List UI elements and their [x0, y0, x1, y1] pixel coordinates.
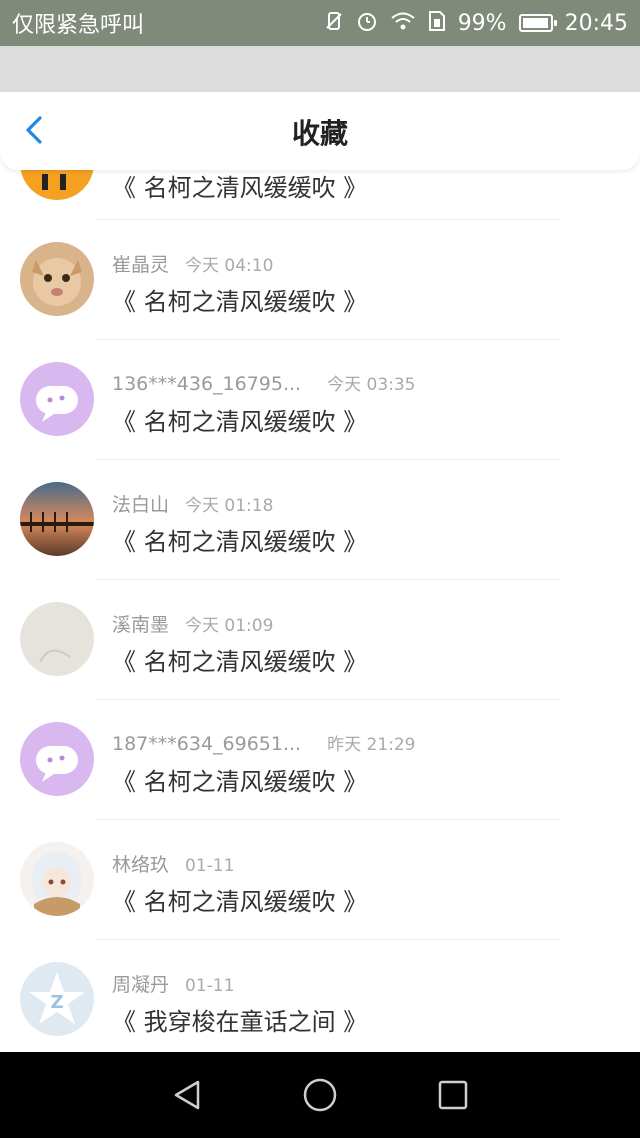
timestamp: 今天 01:09	[185, 616, 274, 636]
user-name: 崔晶灵	[112, 254, 170, 276]
avatar	[20, 362, 94, 436]
square-recents-icon	[439, 1080, 468, 1110]
item-meta: 136***436_16795... 今天 03:35	[112, 370, 416, 395]
timestamp: 01-11	[185, 976, 235, 996]
sim-icon	[428, 10, 446, 37]
wifi-icon	[390, 11, 416, 36]
avatar	[20, 722, 94, 796]
item-meta: 溪南墨 今天 01:09	[112, 610, 273, 637]
clock: 20:45	[564, 10, 628, 36]
list-item[interactable]: 187***634_69651... 昨天 21:29 《 名柯之清风缓缓吹 》	[0, 700, 640, 820]
book-title: 《 我穿梭在童话之间 》	[112, 1008, 368, 1036]
avatar: Z	[20, 962, 94, 1036]
alarm-icon	[356, 10, 378, 37]
vibrate-icon	[324, 11, 344, 36]
user-name: 林络玖	[112, 854, 170, 876]
user-name: 187***634_69651...	[112, 733, 302, 755]
book-title: 《 名柯之清风缓缓吹 》	[112, 768, 368, 796]
user-name: 周凝丹	[112, 974, 170, 996]
item-meta: 法白山 今天 01:18	[112, 490, 273, 517]
book-title: 《 名柯之清风缓缓吹 》	[112, 408, 368, 436]
status-icons: 99% 20:45	[324, 10, 628, 37]
item-meta: 林络玖 01-11	[112, 850, 234, 877]
status-bar: 仅限紧急呼叫 99% 20:45	[0, 0, 640, 46]
header-bar: 收藏	[0, 92, 640, 170]
user-name: 法白山	[112, 494, 170, 516]
header-shadow-strip	[0, 46, 640, 92]
list-item[interactable]: 林络玖 01-11 《 名柯之清风缓缓吹 》	[0, 820, 640, 940]
home-nav-button[interactable]	[300, 1075, 340, 1115]
triangle-back-icon	[174, 1080, 199, 1110]
book-title: 《 名柯之清风缓缓吹 》	[112, 174, 368, 202]
user-name: 溪南墨	[112, 614, 170, 636]
book-title: 《 名柯之清风缓缓吹 》	[112, 528, 368, 556]
item-meta: 187***634_69651... 昨天 21:29	[112, 730, 416, 755]
svg-text:Z: Z	[50, 992, 63, 1013]
list-item[interactable]: 法白山 今天 01:18 《 名柯之清风缓缓吹 》	[0, 460, 640, 580]
circle-home-icon	[303, 1078, 337, 1112]
book-title: 《 名柯之清风缓缓吹 》	[112, 888, 368, 916]
list-item[interactable]: 溪南墨 今天 01:09 《 名柯之清风缓缓吹 》	[0, 580, 640, 700]
avatar	[20, 482, 94, 556]
avatar	[20, 242, 94, 316]
recents-nav-button[interactable]	[433, 1075, 473, 1115]
list-item[interactable]: 崔晶灵 今天 04:10 《 名柯之清风缓缓吹 》	[0, 220, 640, 340]
timestamp: 昨天 21:29	[327, 735, 416, 755]
timestamp: 今天 03:35	[327, 375, 416, 395]
system-nav-bar	[0, 1052, 640, 1138]
timestamp: 今天 01:18	[185, 496, 274, 516]
battery-icon	[518, 14, 557, 32]
item-meta: 周凝丹 01-11	[112, 970, 234, 997]
timestamp: 01-11	[185, 856, 235, 876]
book-title: 《 名柯之清风缓缓吹 》	[112, 648, 368, 676]
timestamp: 今天 04:10	[185, 256, 274, 276]
back-nav-button[interactable]	[167, 1075, 207, 1115]
item-meta: 崔晶灵 今天 04:10	[112, 250, 273, 277]
list-item[interactable]: 136***436_16795... 今天 03:35 《 名柯之清风缓缓吹 》	[0, 340, 640, 460]
page-title: 收藏	[291, 117, 348, 150]
avatar	[20, 602, 94, 676]
battery-fill	[522, 18, 549, 28]
list-item[interactable]: Z 周凝丹 01-11 《 我穿梭在童话之间 》	[0, 940, 640, 1060]
favorites-list: 崔晶灵 今天 04:10 《 名柯之清风缓缓吹 》 136***436_16795..…	[0, 220, 640, 1060]
battery-percent: 99%	[457, 10, 507, 36]
book-title: 《 名柯之清风缓缓吹 》	[112, 288, 368, 316]
carrier-text: 仅限紧急呼叫	[12, 13, 145, 38]
user-name: 136***436_16795...	[112, 373, 302, 395]
avatar	[20, 842, 94, 916]
